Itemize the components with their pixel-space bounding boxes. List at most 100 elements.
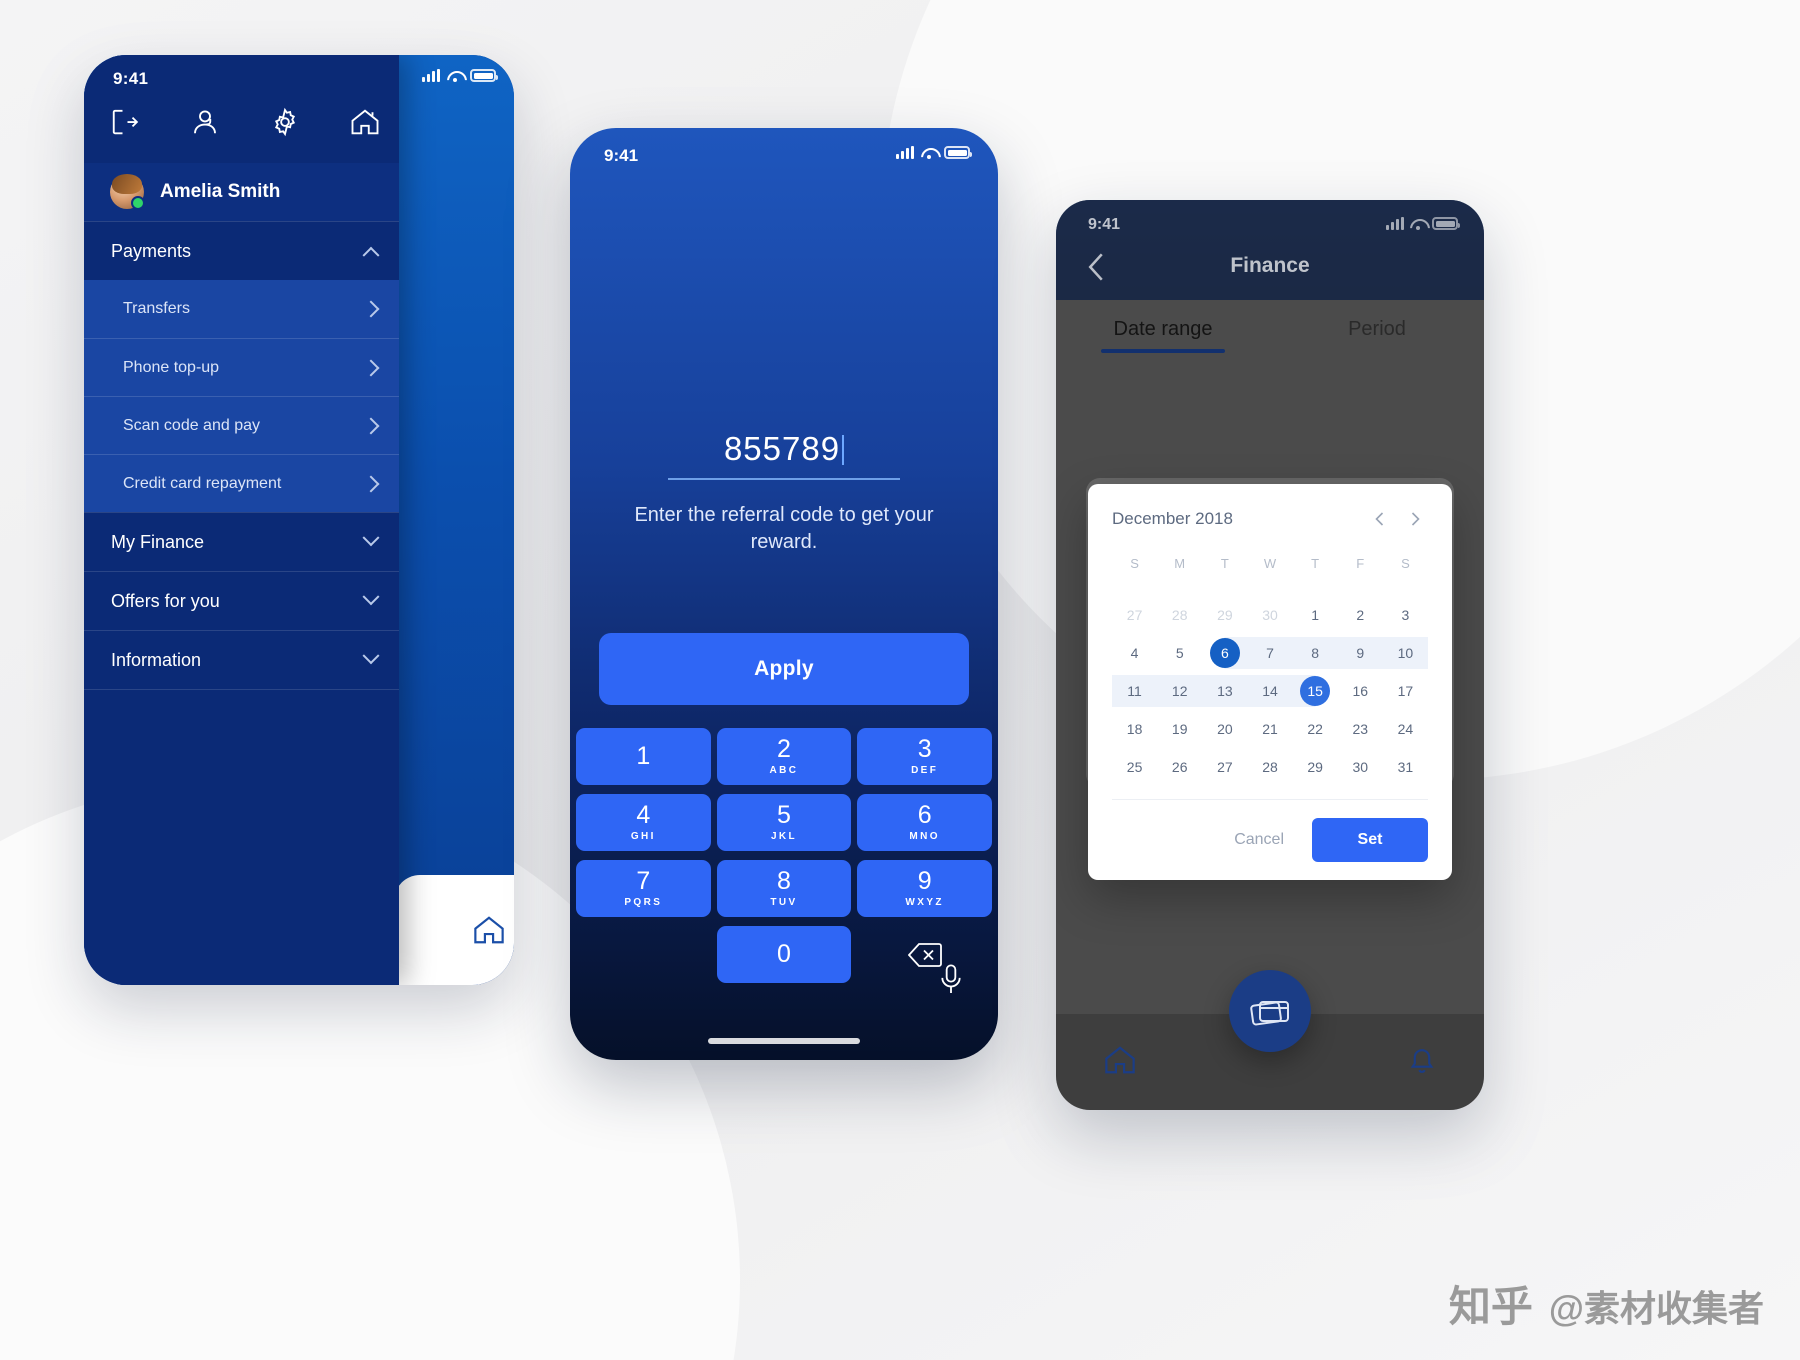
calendar-day[interactable]: 22 (1293, 713, 1338, 745)
calendar-day[interactable]: 30 (1247, 599, 1292, 631)
apply-button[interactable]: Apply (599, 633, 969, 705)
calendar-day[interactable]: 11 (1112, 675, 1158, 707)
nav-item-home[interactable] (1103, 1045, 1137, 1080)
referral-code-hint: Enter the referral code to get your rewa… (634, 504, 934, 553)
calendar-day[interactable]: 20 (1202, 713, 1247, 745)
gear-icon[interactable] (270, 107, 300, 137)
calendar-nav (1366, 506, 1428, 532)
sidebar-item-transfers[interactable]: Transfers (84, 280, 399, 338)
logout-icon[interactable] (110, 107, 140, 137)
calendar-prev-month-button[interactable] (1366, 506, 1392, 532)
status-bar-right (422, 69, 498, 82)
cancel-button[interactable]: Cancel (1224, 823, 1294, 857)
keypad-backspace-button[interactable] (857, 926, 992, 983)
backspace-icon (907, 942, 942, 967)
calendar-day[interactable]: 28 (1247, 751, 1292, 783)
keypad-key-4[interactable]: 4 GHI (576, 794, 711, 851)
keypad-key-1[interactable]: 1 (576, 728, 711, 785)
microphone-button[interactable] (938, 963, 964, 1002)
cellular-signal-icon (896, 146, 914, 159)
status-bar-time: 9:41 (113, 69, 149, 88)
keypad-key-7[interactable]: 7 PQRS (576, 860, 711, 917)
calendar-day[interactable]: 4 (1112, 637, 1157, 669)
calendar-day[interactable]: 15 (1292, 675, 1338, 707)
calendar-day[interactable]: 1 (1293, 599, 1338, 631)
referral-code-display[interactable]: 855789 (570, 430, 998, 468)
calendar-day[interactable]: 29 (1202, 599, 1247, 631)
support-agent-icon[interactable] (190, 107, 220, 137)
home-icon[interactable] (350, 107, 380, 137)
nav-item-notifications[interactable] (1407, 1044, 1437, 1081)
date-range-picker-dialog: December 2018 SMTWTFS 27 28 29 30 1 2 3 4 5 6 7 8 9 1… (1088, 484, 1452, 880)
calendar-day[interactable]: 6 (1202, 637, 1248, 669)
calendar-day[interactable]: 27 (1202, 751, 1247, 783)
finance-header (1056, 200, 1484, 300)
calendar-day[interactable]: 23 (1338, 713, 1383, 745)
bottom-home-tab[interactable] (394, 875, 514, 985)
keypad-key-5[interactable]: 5 JKL (716, 794, 852, 851)
calendar-day[interactable]: 13 (1202, 675, 1248, 707)
calendar-day[interactable]: 10 (1382, 637, 1428, 669)
calendar-day[interactable]: 21 (1247, 713, 1292, 745)
calendar-day[interactable]: 2 (1338, 599, 1383, 631)
calendar-day[interactable]: 9 (1337, 637, 1383, 669)
keypad-key-6[interactable]: 6 MNO (857, 794, 992, 851)
calendar-day[interactable]: 16 (1338, 675, 1383, 707)
tab-label: Period (1348, 318, 1406, 340)
key-letters: GHI (630, 831, 656, 842)
sidebar-item-offers-for-you[interactable]: Offers for you (84, 571, 399, 630)
sidebar-item-payments[interactable]: Payments (84, 221, 399, 280)
calendar-day[interactable]: 24 (1383, 713, 1428, 745)
tab-active-underline (1101, 349, 1225, 353)
chevron-left-icon (1374, 512, 1383, 526)
calendar-day[interactable]: 26 (1157, 751, 1202, 783)
calendar-day[interactable]: 19 (1157, 713, 1202, 745)
calendar-weekday: S (1130, 556, 1139, 571)
keypad-key-0[interactable]: 0 (716, 926, 852, 983)
calendar-day[interactable]: 7 (1247, 637, 1293, 669)
tab-period[interactable]: Period (1270, 318, 1484, 363)
calendar-day[interactable]: 12 (1157, 675, 1203, 707)
keypad-key-2[interactable]: 2 ABC (716, 728, 852, 785)
calendar-next-month-button[interactable] (1402, 506, 1428, 532)
sidebar-item-phone-top-up[interactable]: Phone top-up (84, 338, 399, 396)
sidebar-item-my-finance[interactable]: My Finance (84, 512, 399, 571)
keypad-key-3[interactable]: 3 DEF (857, 728, 992, 785)
sidebar-item-information[interactable]: Information (84, 630, 399, 689)
key-digit: 4 (636, 801, 651, 829)
calendar-day[interactable]: 25 (1112, 751, 1157, 783)
calendar-day[interactable]: 18 (1112, 713, 1157, 745)
calendar-day[interactable]: 28 (1157, 599, 1202, 631)
calendar-day[interactable]: 14 (1247, 675, 1293, 707)
set-button[interactable]: Set (1312, 818, 1428, 862)
chevron-up-icon (362, 246, 380, 264)
chevron-right-icon (362, 417, 380, 434)
home-icon (474, 916, 504, 944)
calendar-day[interactable]: 8 (1292, 637, 1338, 669)
cards-fab-button[interactable] (1229, 970, 1311, 1052)
wifi-icon (1410, 218, 1426, 230)
status-bar-right (1386, 217, 1460, 230)
tab-date-range[interactable]: Date range (1056, 318, 1270, 363)
sidebar-item-scan-code-and-pay[interactable]: Scan code and pay (84, 396, 399, 454)
calendar-day[interactable]: 27 (1112, 599, 1157, 631)
battery-icon (1432, 217, 1460, 230)
navigation-drawer: 9:41 Amelia Smith Payments Transfers Pho… (84, 55, 399, 985)
calendar-day[interactable]: 29 (1293, 751, 1338, 783)
calendar-weekday-row: SMTWTFS (1112, 550, 1428, 581)
keypad-key-8[interactable]: 8 TUV (716, 860, 852, 917)
calendar-day[interactable]: 30 (1338, 751, 1383, 783)
calendar-day[interactable]: 5 (1157, 637, 1202, 669)
calendar-day[interactable]: 17 (1383, 675, 1428, 707)
calendar-day[interactable]: 3 (1383, 599, 1428, 631)
calendar-day-grid: 27 28 29 30 1 2 3 4 5 6 7 8 9 10 11 12 13 14 15 16 17 18 19 20 2… (1112, 599, 1428, 783)
keypad-key-9[interactable]: 9 WXYZ (857, 860, 992, 917)
microphone-icon (941, 964, 961, 993)
cellular-signal-icon (1386, 217, 1404, 230)
drawer-user-row[interactable]: Amelia Smith (84, 163, 399, 221)
calendar-day[interactable]: 31 (1383, 751, 1428, 783)
finance-tabs: Date range Period (1056, 318, 1484, 363)
sidebar-item-credit-card-repayment[interactable]: Credit card repayment (84, 454, 399, 512)
page-title: Finance (1230, 254, 1310, 277)
calendar-weekday: T (1311, 556, 1320, 571)
